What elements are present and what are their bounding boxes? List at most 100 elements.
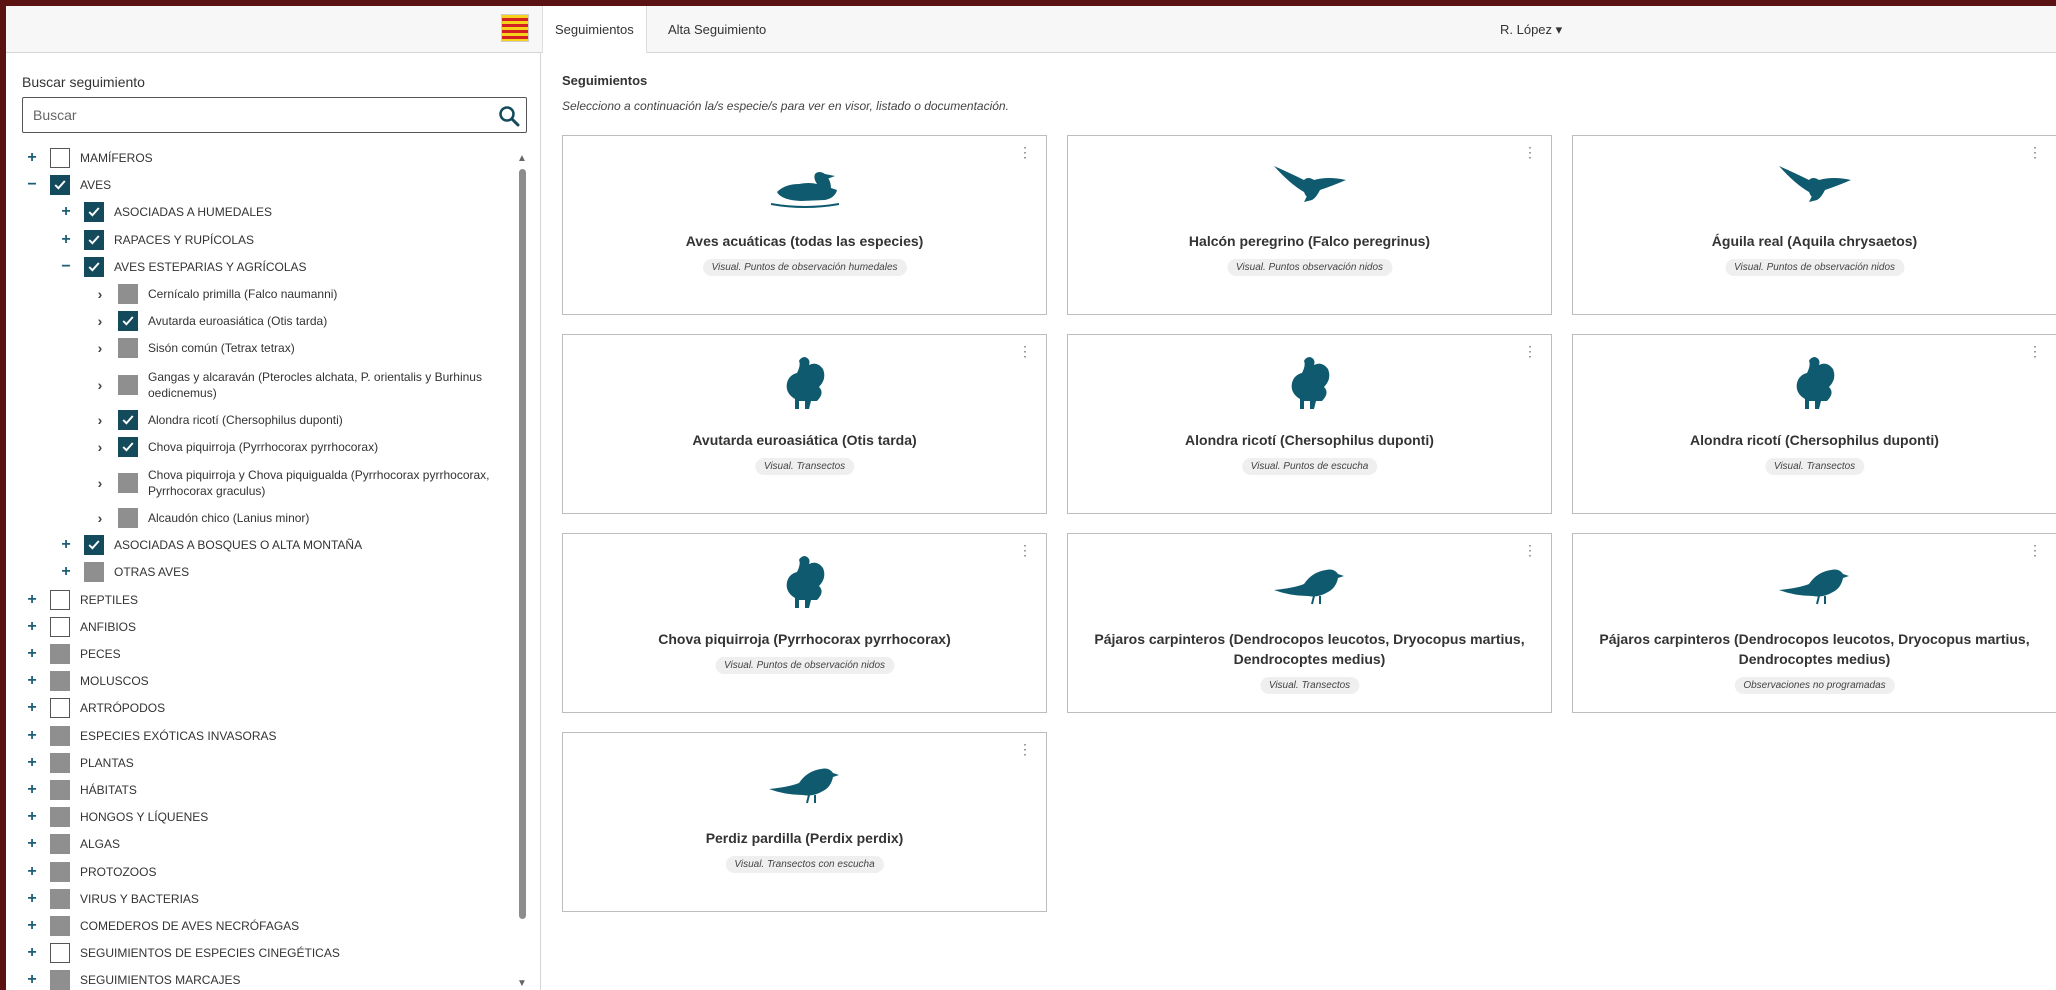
tree-checkbox[interactable]: [118, 284, 138, 304]
tree-checkbox[interactable]: [50, 916, 70, 936]
chevron-right-icon[interactable]: ›: [90, 439, 110, 455]
tree-row[interactable]: + ASOCIADAS A BOSQUES O ALTA MONTAÑA: [56, 532, 362, 558]
expand-icon[interactable]: +: [22, 863, 42, 881]
species-card[interactable]: ⋮ Pájaros carpinteros (Dendrocopos leucot…: [1572, 533, 2056, 713]
tree-row[interactable]: + VIRUS Y BACTERIAS: [22, 886, 199, 912]
species-card[interactable]: ⋮ Chova piquirroja (Pyrrhocorax pyrrhocor…: [562, 533, 1047, 713]
scroll-down-arrow-icon[interactable]: ▼: [515, 978, 529, 990]
tree-row[interactable]: + PECES: [22, 641, 121, 667]
tree-checkbox[interactable]: [118, 338, 138, 359]
tree-checkbox[interactable]: [84, 535, 104, 556]
scrollbar-thumb[interactable]: [519, 169, 526, 919]
expand-icon[interactable]: +: [22, 808, 42, 826]
tree-checkbox[interactable]: [50, 589, 70, 610]
expand-icon[interactable]: +: [22, 727, 42, 745]
species-card[interactable]: ⋮ Perdiz pardilla (Perdix perdix) Visual. …: [562, 732, 1047, 912]
expand-icon[interactable]: +: [56, 536, 76, 554]
tree-row[interactable]: + ANFIBIOS: [22, 614, 136, 640]
kebab-menu-icon[interactable]: ⋮: [2028, 343, 2042, 360]
tree-row[interactable]: − AVES ESTEPARIAS Y AGRÍCOLAS: [56, 254, 307, 280]
tree-checkbox[interactable]: [50, 698, 70, 719]
tree-checkbox[interactable]: [50, 671, 70, 692]
kebab-menu-icon[interactable]: ⋮: [2028, 144, 2042, 161]
tree-row[interactable]: + REPTILES: [22, 587, 138, 613]
tree-row[interactable]: + ASOCIADAS A HUMEDALES: [56, 199, 272, 225]
expand-icon[interactable]: +: [22, 971, 42, 989]
kebab-menu-icon[interactable]: ⋮: [1523, 542, 1537, 559]
expand-icon[interactable]: +: [56, 203, 76, 221]
expand-icon[interactable]: +: [22, 618, 42, 636]
expand-icon[interactable]: +: [22, 835, 42, 853]
expand-icon[interactable]: +: [22, 944, 42, 962]
species-card[interactable]: ⋮ Avutarda euroasiática (Otis tarda) Visua…: [562, 334, 1047, 514]
tree-checkbox[interactable]: [118, 436, 138, 457]
chevron-right-icon[interactable]: ›: [90, 340, 110, 356]
tree-row[interactable]: + SEGUIMIENTOS DE ESPECIES CINEGÉTICAS: [22, 940, 340, 966]
expand-icon[interactable]: +: [56, 231, 76, 249]
tree-row[interactable]: + ESPECIES EXÓTICAS INVASORAS: [22, 723, 277, 749]
tree-row[interactable]: + RAPACES Y RUPÍCOLAS: [56, 227, 254, 253]
expand-icon[interactable]: +: [56, 563, 76, 581]
tree-row[interactable]: › Cernícalo primilla (Falco naumanni): [90, 281, 337, 307]
tree-checkbox[interactable]: [84, 229, 104, 250]
kebab-menu-icon[interactable]: ⋮: [2028, 542, 2042, 559]
species-card[interactable]: ⋮ Águila real (Aquila chrysaetos) Visual. …: [1572, 135, 2056, 315]
kebab-menu-icon[interactable]: ⋮: [1018, 144, 1032, 161]
expand-icon[interactable]: +: [22, 645, 42, 663]
kebab-menu-icon[interactable]: ⋮: [1523, 144, 1537, 161]
tree-row[interactable]: + OTRAS AVES: [56, 559, 189, 585]
kebab-menu-icon[interactable]: ⋮: [1523, 343, 1537, 360]
expand-icon[interactable]: +: [22, 591, 42, 609]
expand-icon[interactable]: +: [22, 672, 42, 690]
tree-checkbox[interactable]: [118, 508, 138, 528]
expand-icon[interactable]: +: [22, 890, 42, 908]
tree-row[interactable]: › Sisón común (Tetrax tetrax): [90, 335, 295, 361]
expand-icon[interactable]: +: [22, 149, 42, 167]
tree-row[interactable]: › Avutarda euroasiática (Otis tarda): [90, 308, 327, 334]
collapse-icon[interactable]: −: [56, 258, 76, 276]
sidebar-scrollbar[interactable]: ▲ ▼: [515, 153, 529, 990]
tree-row[interactable]: + SEGUIMIENTOS MARCAJES: [22, 967, 240, 990]
tree-checkbox[interactable]: [84, 562, 104, 583]
expand-icon[interactable]: +: [22, 699, 42, 717]
tree-checkbox[interactable]: [50, 616, 70, 637]
tree-checkbox[interactable]: [118, 311, 138, 332]
chevron-right-icon[interactable]: ›: [90, 313, 110, 329]
user-menu[interactable]: R. López ▾: [1500, 6, 1562, 53]
kebab-menu-icon[interactable]: ⋮: [1018, 343, 1032, 360]
chevron-right-icon[interactable]: ›: [90, 377, 110, 393]
species-card[interactable]: ⋮ Pájaros carpinteros (Dendrocopos leucot…: [1067, 533, 1552, 713]
tree-checkbox[interactable]: [50, 861, 70, 882]
species-card[interactable]: ⋮ Alondra ricotí (Chersophilus duponti) Vi…: [1067, 334, 1552, 514]
chevron-right-icon[interactable]: ›: [90, 510, 110, 526]
tree-row[interactable]: › Gangas y alcaraván (Pterocles alchata, …: [90, 367, 518, 403]
species-card[interactable]: ⋮ Alondra ricotí (Chersophilus duponti) Vi…: [1572, 334, 2056, 514]
expand-icon[interactable]: +: [22, 917, 42, 935]
tree-checkbox[interactable]: [50, 175, 70, 196]
tab-alta-seguimiento[interactable]: Alta Seguimiento: [656, 6, 778, 53]
tree-checkbox[interactable]: [50, 888, 70, 909]
tree-checkbox[interactable]: [50, 148, 70, 168]
tree-row[interactable]: + PROTOZOOS: [22, 859, 156, 885]
species-card[interactable]: ⋮ Aves acuáticas (todas las especies) Visu…: [562, 135, 1047, 315]
tree-checkbox[interactable]: [50, 780, 70, 800]
tree-row[interactable]: − AVES: [22, 172, 111, 198]
scroll-up-arrow-icon[interactable]: ▲: [515, 153, 529, 165]
tab-seguimientos[interactable]: Seguimientos: [542, 6, 647, 53]
tree-row[interactable]: + PLANTAS: [22, 750, 134, 776]
tree-checkbox[interactable]: [84, 256, 104, 277]
tree-row[interactable]: + HÁBITATS: [22, 777, 137, 803]
chevron-right-icon[interactable]: ›: [90, 475, 110, 491]
tree-row[interactable]: › Alcaudón chico (Lanius minor): [90, 505, 309, 531]
search-input[interactable]: [33, 98, 473, 132]
tree-row[interactable]: + ALGAS: [22, 831, 120, 857]
tree-checkbox[interactable]: [50, 970, 70, 990]
search-icon[interactable]: [498, 105, 520, 127]
tree-checkbox[interactable]: [50, 752, 70, 773]
tree-row[interactable]: + MAMÍFEROS: [22, 145, 153, 171]
tree-row[interactable]: › Chova piquirroja y Chova piquigualda (P…: [90, 465, 518, 501]
kebab-menu-icon[interactable]: ⋮: [1018, 741, 1032, 758]
chevron-right-icon[interactable]: ›: [90, 286, 110, 302]
tree-checkbox[interactable]: [50, 644, 70, 664]
expand-icon[interactable]: +: [22, 781, 42, 799]
